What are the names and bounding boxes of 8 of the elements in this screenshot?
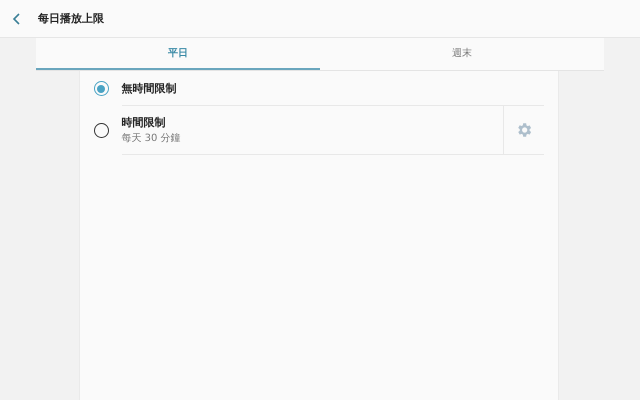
page-title: 每日播放上限 xyxy=(38,11,104,26)
tab[interactable]: 週末 xyxy=(320,38,604,70)
back-icon xyxy=(12,12,22,26)
radio-button[interactable] xyxy=(94,81,108,96)
option-label[interactable]: 無時間限制 xyxy=(122,80,544,96)
option-sublabel: 每天 30 分鐘 xyxy=(122,132,182,145)
radio-button[interactable] xyxy=(94,123,108,138)
option-label[interactable]: 時間限制 xyxy=(122,115,502,130)
